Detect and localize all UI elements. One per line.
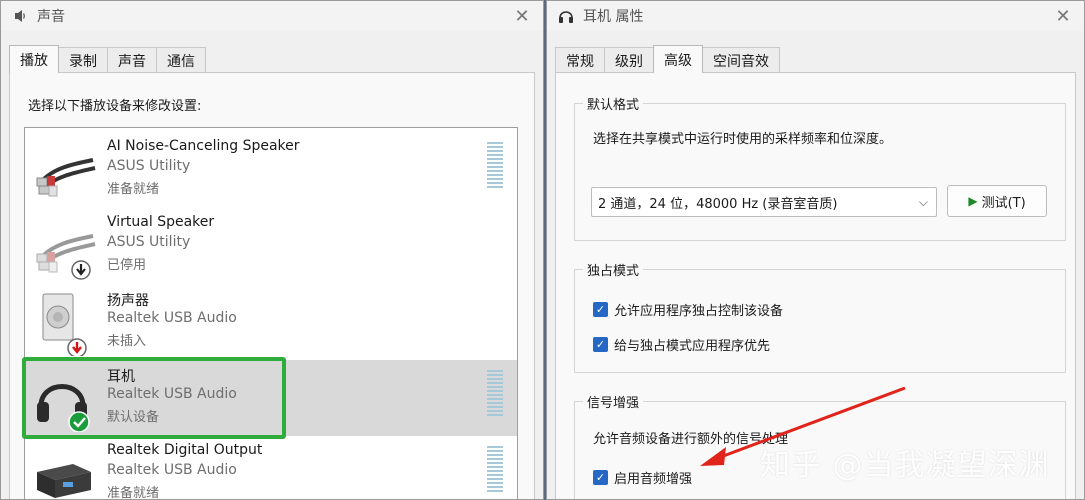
device-item-virtual-speaker[interactable]: Virtual Speaker ASUS Utility 已停用 — [25, 208, 517, 284]
group-description: 选择在共享模式中运行时使用的采样频率和位深度。 — [593, 132, 893, 147]
exclusive-priority-checkbox[interactable]: ✓ 给与独占模式应用程序优先 — [593, 335, 770, 354]
tab-communications[interactable]: 通信 — [156, 47, 206, 73]
speaker-app-icon — [11, 7, 29, 25]
headphones-app-icon — [557, 7, 575, 25]
device-item-speaker[interactable]: 扬声器 Realtek USB Audio 未插入 — [25, 284, 517, 360]
checkbox-label: 给与独占模式应用程序优先 — [614, 339, 771, 354]
watermark-text: 知乎 @当我凝望深渊 — [760, 448, 1050, 483]
select-value: 2 通道，24 位，48000 Hz (录音室音质) — [598, 196, 838, 212]
props-titlebar: 耳机 属性 ✕ — [547, 1, 1084, 31]
tab-general[interactable]: 常规 — [555, 47, 605, 73]
play-icon: ▶ — [968, 194, 978, 208]
button-label: 测试(T) — [981, 195, 1026, 211]
window-title: 耳机 属性 — [583, 9, 644, 25]
advanced-panel: 默认格式 选择在共享模式中运行时使用的采样频率和位深度。 2 通道，24 位，4… — [555, 72, 1076, 499]
tab-recording[interactable]: 录制 — [58, 47, 108, 73]
sound-tabs: 播放 录制 声音 通信 — [9, 45, 206, 73]
instruction-text: 选择以下播放设备来修改设置: — [28, 99, 202, 114]
device-status: 未插入 — [107, 334, 147, 349]
checkmark-icon: ✓ — [593, 337, 608, 352]
device-name: 扬声器 — [107, 293, 149, 309]
props-tabs: 常规 级别 高级 空间音效 — [555, 45, 780, 73]
enable-audio-enhancement-checkbox[interactable]: ✓ 启用音频增强 — [593, 468, 692, 487]
device-status: 准备就绪 — [107, 486, 160, 500]
exclusive-mode-group: 独占模式 ✓ 允许应用程序独占控制该设备 ✓ 给与独占模式应用程序优先 — [574, 260, 1066, 373]
group-label: 默认格式 — [583, 94, 644, 113]
device-status: 准备就绪 — [107, 182, 160, 197]
tab-playback[interactable]: 播放 — [9, 45, 59, 73]
window-title: 声音 — [37, 9, 65, 25]
device-name: Virtual Speaker — [107, 214, 215, 230]
speaker-icon — [33, 290, 99, 358]
tab-advanced[interactable]: 高级 — [653, 45, 703, 73]
allow-exclusive-checkbox[interactable]: ✓ 允许应用程序独占控制该设备 — [593, 300, 783, 319]
group-description: 允许音频设备进行额外的信号处理 — [593, 432, 789, 447]
device-driver: ASUS Utility — [107, 158, 191, 174]
tab-sounds[interactable]: 声音 — [107, 47, 157, 73]
level-meter — [487, 142, 503, 190]
level-meter — [487, 370, 503, 418]
digital-output-icon — [33, 442, 99, 499]
selection-highlight-box — [22, 357, 286, 439]
device-name: Realtek Digital Output — [107, 442, 263, 458]
rca-cable-icon — [33, 214, 99, 280]
device-driver: Realtek USB Audio — [107, 310, 237, 326]
close-icon[interactable]: ✕ — [1052, 5, 1074, 27]
format-select[interactable]: 2 通道，24 位，48000 Hz (录音室音质) ⌵ — [591, 187, 937, 217]
checkmark-icon: ✓ — [593, 470, 608, 485]
group-label: 信号增强 — [583, 392, 644, 411]
checkmark-icon: ✓ — [593, 302, 608, 317]
device-status: 已停用 — [107, 258, 147, 273]
level-meter — [487, 446, 503, 494]
device-list[interactable]: AI Noise-Canceling Speaker ASUS Utility … — [24, 127, 518, 500]
device-driver: Realtek USB Audio — [107, 462, 237, 478]
close-icon[interactable]: ✕ — [511, 5, 533, 27]
group-label: 独占模式 — [583, 260, 644, 279]
device-name: AI Noise-Canceling Speaker — [107, 138, 300, 154]
headphones-properties-dialog: 耳机 属性 ✕ 常规 级别 高级 空间音效 默认格式 选择在共享模式中运行时使用… — [546, 0, 1085, 500]
rca-cable-icon — [33, 138, 99, 204]
checkbox-label: 启用音频增强 — [614, 472, 693, 487]
default-format-group: 默认格式 选择在共享模式中运行时使用的采样频率和位深度。 2 通道，24 位，4… — [574, 94, 1066, 241]
device-item-ai-noise-speaker[interactable]: AI Noise-Canceling Speaker ASUS Utility … — [25, 132, 517, 208]
tab-levels[interactable]: 级别 — [604, 47, 654, 73]
sound-titlebar: 声音 ✕ — [1, 1, 543, 31]
checkbox-label: 允许应用程序独占控制该设备 — [614, 304, 784, 319]
test-button[interactable]: ▶ 测试(T) — [947, 185, 1047, 217]
device-item-digital-output[interactable]: Realtek Digital Output Realtek USB Audio… — [25, 436, 517, 500]
device-driver: ASUS Utility — [107, 234, 191, 250]
chevron-down-icon: ⌵ — [918, 195, 928, 209]
tab-spatial-sound[interactable]: 空间音效 — [702, 47, 780, 73]
